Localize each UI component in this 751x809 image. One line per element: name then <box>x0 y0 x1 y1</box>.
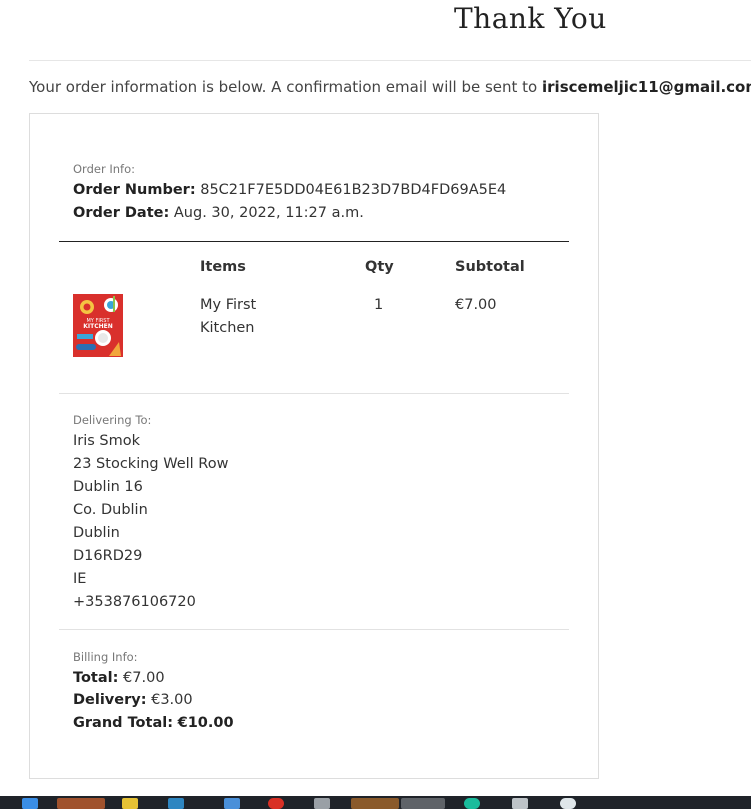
billing-delivery-label: Delivery: <box>73 692 147 708</box>
delivery-name: Iris Smok <box>73 433 141 449</box>
taskbar-app-icon-6[interactable] <box>268 798 284 809</box>
confirmation-email: iriscemeljic11@gmail.com <box>542 78 751 96</box>
items-header: Items <box>200 259 246 275</box>
order-date-value: Aug. 30, 2022, 11:27 a.m. <box>173 205 364 221</box>
item-name[interactable]: My First Kitchen <box>200 294 256 340</box>
page-title: Thank You <box>454 2 607 35</box>
taskbar-app-icon-8[interactable] <box>351 798 399 809</box>
book-cover-icon: MY FIRST KITCHEN <box>73 294 123 357</box>
billing-grand-total-label: Grand Total: <box>73 715 173 731</box>
delivery-town: Dublin 16 <box>73 479 143 495</box>
billing-total-label: Total: <box>73 670 119 686</box>
taskbar-app-icon-9[interactable] <box>401 798 445 809</box>
delivery-divider <box>59 393 569 394</box>
intro-text: Your order information is below. A confi… <box>29 78 751 96</box>
order-date-line: Order Date: Aug. 30, 2022, 11:27 a.m. <box>73 205 364 221</box>
taskbar-app-icon-10[interactable] <box>464 798 480 809</box>
item-name-line1: My First <box>200 297 257 313</box>
billing-divider <box>59 629 569 630</box>
book-cover-image[interactable]: MY FIRST KITCHEN <box>73 294 123 357</box>
delivery-country: IE <box>73 571 87 587</box>
delivery-label: Delivering To: <box>73 413 152 427</box>
taskbar-app-icon-12[interactable] <box>560 798 576 809</box>
delivery-city: Dublin <box>73 525 120 541</box>
taskbar-app-icon-2[interactable] <box>57 798 105 809</box>
order-number-value: 85C21F7E5DD04E61B23D7BD4FD69A5E4 <box>200 182 507 198</box>
delivery-county: Co. Dublin <box>73 502 148 518</box>
item-qty: 1 <box>374 297 384 313</box>
billing-delivery-value: €3.00 <box>151 692 193 708</box>
delivery-phone: +353876106720 <box>73 594 196 610</box>
taskbar-app-icon-1[interactable] <box>22 798 38 809</box>
item-name-line2: Kitchen <box>200 320 255 336</box>
delivery-street: 23 Stocking Well Row <box>73 456 229 472</box>
billing-delivery-line: Delivery: €3.00 <box>73 692 193 708</box>
title-divider <box>29 60 751 61</box>
intro-message: Your order information is below. A confi… <box>29 78 543 96</box>
taskbar-app-icon-5[interactable] <box>224 798 240 809</box>
item-subtotal: €7.00 <box>455 297 497 313</box>
billing-grand-total-line: Grand Total: €10.00 <box>73 715 234 731</box>
taskbar-app-icon-11[interactable] <box>512 798 528 809</box>
qty-header: Qty <box>365 259 394 275</box>
os-taskbar <box>0 796 751 809</box>
order-date-label: Order Date: <box>73 205 170 221</box>
order-number-line: Order Number: 85C21F7E5DD04E61B23D7BD4FD… <box>73 182 506 198</box>
billing-grand-total-value: €10.00 <box>177 715 234 731</box>
order-summary-card: Order Info: Order Number: 85C21F7E5DD04E… <box>29 113 599 779</box>
billing-total-value: €7.00 <box>123 670 165 686</box>
taskbar-app-icon-7[interactable] <box>314 798 330 809</box>
subtotal-header: Subtotal <box>455 259 525 275</box>
delivery-postcode: D16RD29 <box>73 548 143 564</box>
order-info-label: Order Info: <box>73 162 135 176</box>
billing-total-line: Total: €7.00 <box>73 670 165 686</box>
svg-text:KITCHEN: KITCHEN <box>83 323 113 330</box>
items-divider <box>59 241 569 242</box>
order-number-label: Order Number: <box>73 182 196 198</box>
taskbar-app-icon-3[interactable] <box>122 798 138 809</box>
taskbar-app-icon-4[interactable] <box>168 798 184 809</box>
billing-label: Billing Info: <box>73 650 138 664</box>
